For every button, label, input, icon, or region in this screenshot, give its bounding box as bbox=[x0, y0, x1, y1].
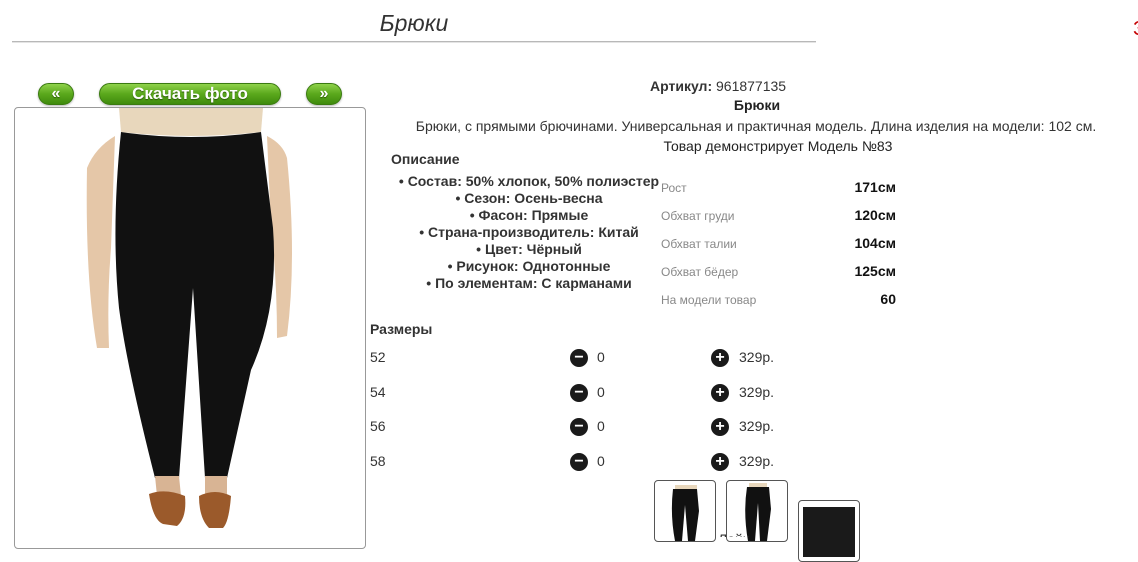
size-row: 58 − 0 + 329р. bbox=[370, 451, 790, 475]
measurement-label: Обхват груди bbox=[661, 209, 735, 223]
measurement-label: Рост bbox=[661, 181, 687, 195]
photo-thumbnail[interactable] bbox=[654, 480, 716, 542]
thumbnail-image bbox=[803, 507, 855, 557]
minus-circle-icon[interactable]: − bbox=[570, 349, 588, 367]
size-row: 56 − 0 + 329р. bbox=[370, 416, 790, 440]
sizes-heading: Размеры bbox=[370, 321, 433, 337]
measurement-label: На модели товар bbox=[661, 293, 757, 307]
measurement-value: 125см bbox=[854, 263, 896, 279]
quantity-value: 0 bbox=[597, 384, 605, 400]
article-number: Артикул: 961877135 bbox=[650, 78, 786, 94]
quantity-value: 0 bbox=[597, 453, 605, 469]
article-value: 961877135 bbox=[716, 78, 787, 94]
size-price: 329р. bbox=[739, 418, 775, 434]
prev-photo-button[interactable]: « bbox=[38, 83, 74, 105]
plus-circle-icon[interactable]: + bbox=[711, 418, 729, 436]
measurement-row: Рост 171см bbox=[661, 179, 901, 207]
page-title: Брюки bbox=[379, 10, 449, 36]
product-photo-image bbox=[37, 108, 341, 548]
next-photo-button[interactable]: » bbox=[306, 83, 342, 105]
thumbnail-caption: Лайк bbox=[718, 531, 749, 537]
product-description: Брюки, с прямыми брючинами. Универсальна… bbox=[415, 118, 1097, 134]
size-price: 329р. bbox=[739, 453, 775, 469]
model-measurements-table: Рост 171см Обхват груди 120см Обхват тал… bbox=[661, 179, 901, 319]
quantity-value: 0 bbox=[597, 418, 605, 434]
property-item: Состав: 50% хлопок, 50% полиэстер bbox=[391, 173, 667, 190]
measurement-value: 120см bbox=[854, 207, 896, 223]
measurement-label: Обхват бёдер bbox=[661, 265, 739, 279]
plus-circle-icon[interactable]: + bbox=[711, 349, 729, 367]
property-item: Страна-производитель: Китай bbox=[391, 224, 667, 241]
size-number: 54 bbox=[370, 384, 386, 400]
size-number: 56 bbox=[370, 418, 386, 434]
download-photo-button[interactable]: Скачать фото bbox=[99, 83, 281, 105]
size-number: 58 bbox=[370, 453, 386, 469]
property-item: Сезон: Осень-весна bbox=[391, 190, 667, 207]
product-photo[interactable] bbox=[14, 107, 366, 549]
measurement-row: На модели товар 60 bbox=[661, 291, 901, 319]
photo-thumbnail[interactable] bbox=[798, 500, 860, 562]
size-price: 329р. bbox=[739, 349, 775, 365]
minus-circle-icon[interactable]: − bbox=[570, 453, 588, 471]
property-item: Цвет: Чёрный bbox=[391, 241, 667, 258]
measurement-value: 104см bbox=[854, 235, 896, 251]
property-item: Фасон: Прямые bbox=[391, 207, 667, 224]
measurement-row: Обхват бёдер 125см bbox=[661, 263, 901, 291]
property-item: Рисунок: Однотонные bbox=[391, 258, 667, 275]
edge-mark: З bbox=[1133, 18, 1138, 40]
measurement-value: 60 bbox=[880, 291, 896, 307]
measurement-row: Обхват талии 104см bbox=[661, 235, 901, 263]
property-item: По элементам: С карманами bbox=[391, 275, 667, 292]
article-label: Артикул: bbox=[650, 78, 713, 94]
plus-circle-icon[interactable]: + bbox=[711, 384, 729, 402]
description-heading: Описание bbox=[391, 151, 460, 167]
size-row: 52 − 0 + 329р. bbox=[370, 347, 790, 371]
measurement-row: Обхват груди 120см bbox=[661, 207, 901, 235]
model-note: Товар демонстрирует Модель №83 bbox=[663, 138, 893, 154]
size-row: 54 − 0 + 329р. bbox=[370, 382, 790, 406]
size-price: 329р. bbox=[739, 384, 775, 400]
measurement-label: Обхват талии bbox=[661, 237, 737, 251]
size-number: 52 bbox=[370, 349, 386, 365]
title-divider bbox=[12, 41, 816, 43]
properties-list: Состав: 50% хлопок, 50% полиэстер Сезон:… bbox=[391, 173, 667, 292]
measurement-value: 171см bbox=[854, 179, 896, 195]
quantity-value: 0 bbox=[597, 349, 605, 365]
minus-circle-icon[interactable]: − bbox=[570, 384, 588, 402]
thumbnail-image bbox=[671, 485, 699, 541]
plus-circle-icon[interactable]: + bbox=[711, 453, 729, 471]
minus-circle-icon[interactable]: − bbox=[570, 418, 588, 436]
product-name: Брюки bbox=[733, 97, 781, 113]
